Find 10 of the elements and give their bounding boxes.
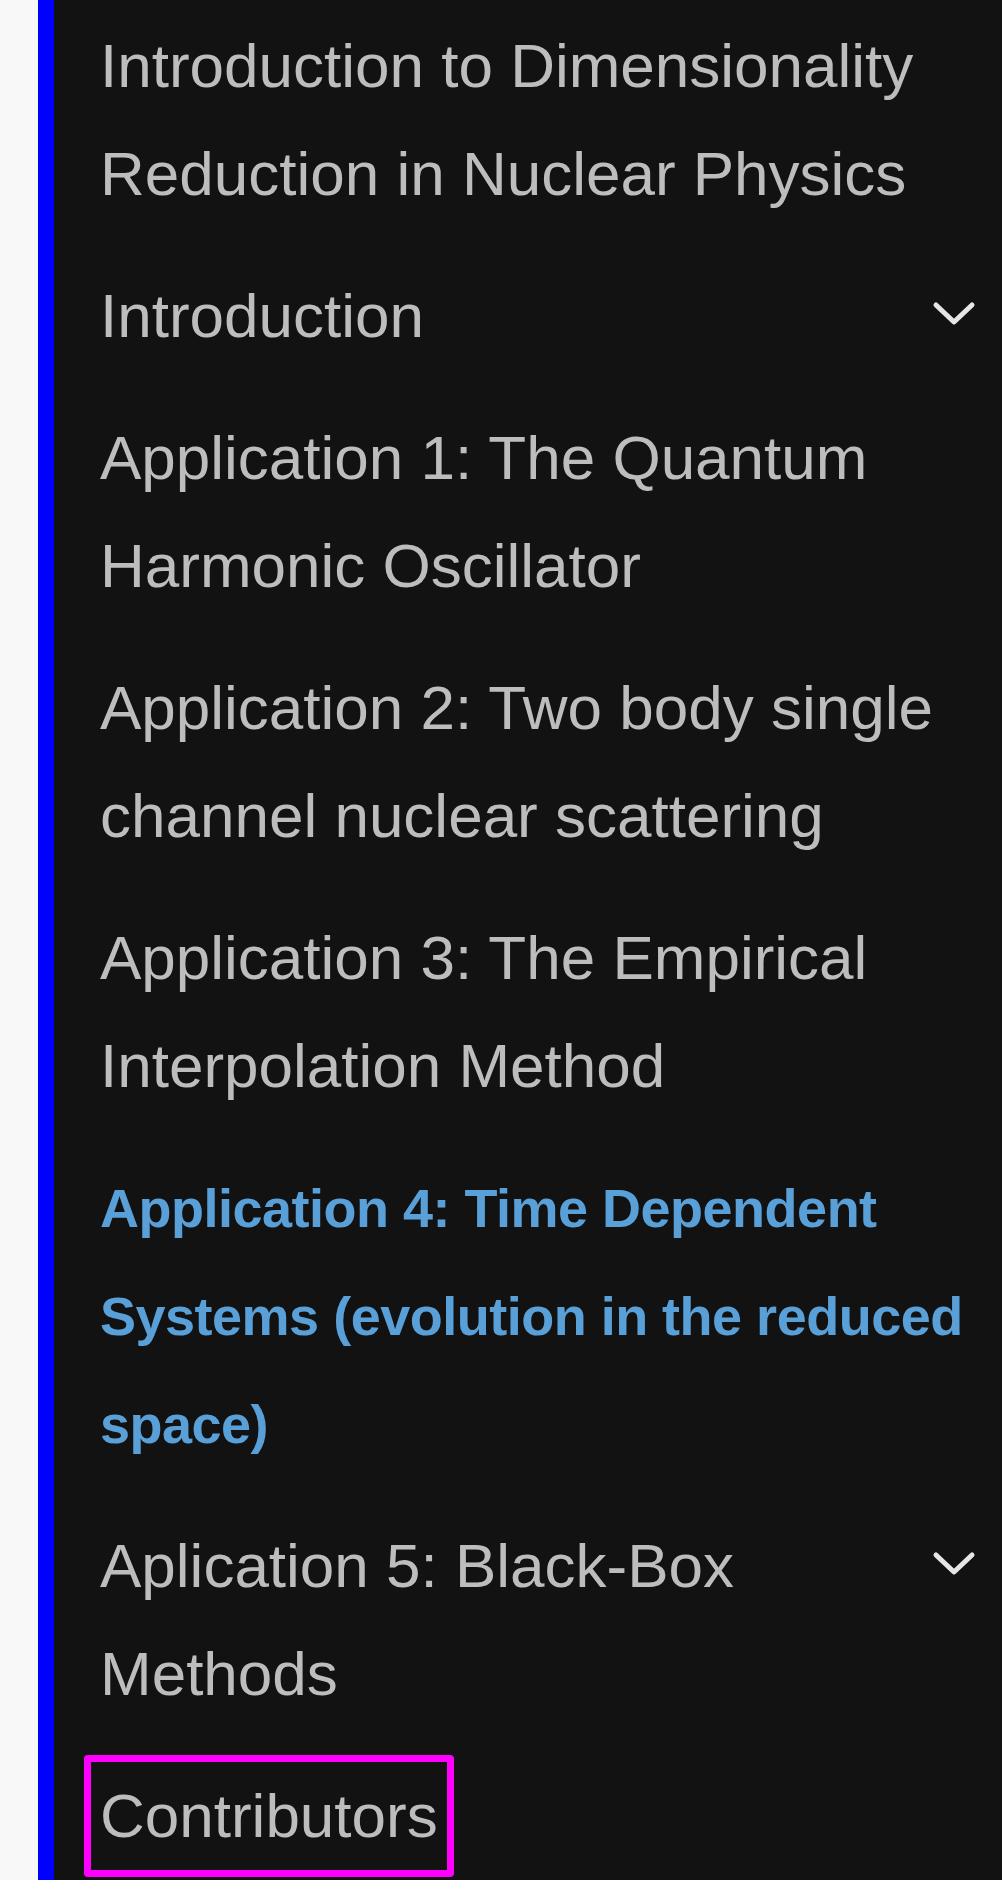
nav-link[interactable]: Aplication 5: Black-Box Methods bbox=[84, 1512, 764, 1728]
chevron-down-icon[interactable] bbox=[932, 300, 976, 328]
nav-link[interactable]: Application 2: Two body single channel nuclear scattering bbox=[84, 654, 1002, 870]
nav-link[interactable]: Contributors bbox=[84, 1755, 454, 1877]
nav-link[interactable]: Introduction to Dimensionality Reduction in Nuclear Physics bbox=[84, 12, 1002, 228]
nav-link[interactable]: Application 4: Time Dependent Systems (evolution in the reduced space) bbox=[84, 1154, 1002, 1478]
chevron-down-icon[interactable] bbox=[932, 1550, 976, 1578]
nav-link[interactable]: Application 3: The Empirical Interpolation Method bbox=[84, 904, 1002, 1120]
nav-link[interactable]: Application 1: The Quantum Harmonic Oscillator bbox=[84, 404, 1002, 620]
nav-link[interactable]: Introduction bbox=[84, 262, 764, 370]
